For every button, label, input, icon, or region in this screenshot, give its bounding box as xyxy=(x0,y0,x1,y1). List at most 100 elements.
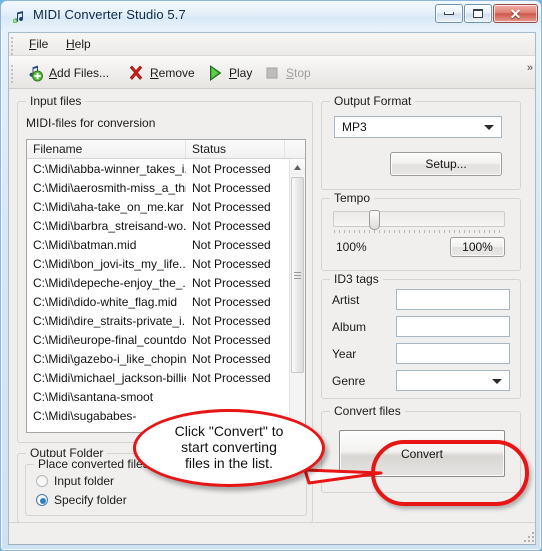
cell-filename: C:\Midi\aerosmith-miss_a_thi... xyxy=(33,180,186,195)
chevron-down-icon xyxy=(484,125,494,130)
output-format-combo[interactable]: MP3 xyxy=(334,116,502,138)
listview-body[interactable]: C:\Midi\abba-winner_takes_i... Not Proces… xyxy=(27,159,305,432)
cell-filename: C:\Midi\bon_jovi-its_my_life.... xyxy=(33,256,186,271)
cell-status: Not Processed xyxy=(192,237,271,252)
application-window: MIDI Converter Studio 5.7 ✕ File Help Ad… xyxy=(0,0,542,551)
tempo-slider-thumb[interactable] xyxy=(369,210,380,230)
close-icon: ✕ xyxy=(509,5,522,22)
table-row[interactable]: C:\Midi\depeche-enjoy_the_... Not Process… xyxy=(27,273,305,292)
toolbar-overflow-chevron[interactable]: » xyxy=(527,62,533,74)
maximize-icon xyxy=(473,9,483,18)
table-row[interactable]: C:\Midi\santana-smoot xyxy=(27,387,305,406)
year-label: Year xyxy=(332,347,357,361)
convert-button-label: Convert xyxy=(400,446,444,461)
add-files-label: Add Files... xyxy=(49,65,110,80)
scrollbar-thumb[interactable] xyxy=(291,177,304,373)
table-row[interactable]: C:\Midi\michael_jackson-billie Not Proces… xyxy=(27,368,305,387)
convert-button[interactable]: Convert xyxy=(339,430,505,477)
music-note-icon xyxy=(12,9,28,25)
cell-filename: C:\Midi\michael_jackson-billie xyxy=(33,370,186,385)
cell-status: Not Processed xyxy=(192,180,271,195)
convert-files-group-label: Convert files xyxy=(330,404,405,418)
remove-x-icon xyxy=(127,64,145,82)
add-files-icon xyxy=(26,64,44,82)
cell-filename: C:\Midi\barbra_streisand-wo... xyxy=(33,218,186,233)
output-format-value: MP3 xyxy=(342,120,367,134)
stop-button[interactable]: Stop xyxy=(258,60,316,85)
table-row[interactable]: C:\Midi\bon_jovi-its_my_life.... Not Proc… xyxy=(27,254,305,273)
table-row[interactable]: C:\Midi\sugababes- xyxy=(27,406,305,425)
window-title: MIDI Converter Studio 5.7 xyxy=(33,7,186,22)
setup-button-label: Setup... xyxy=(425,157,467,171)
menu-bar: File Help xyxy=(9,33,535,56)
remove-button[interactable]: Remove xyxy=(122,60,200,85)
resize-grip-icon[interactable] xyxy=(522,530,534,542)
table-row[interactable]: C:\Midi\abba-winner_takes_i... Not Proces… xyxy=(27,159,305,178)
remove-label: Remove xyxy=(150,65,195,80)
minimize-button[interactable] xyxy=(435,4,463,23)
table-row[interactable]: C:\Midi\aerosmith-miss_a_thi... Not Proce… xyxy=(27,178,305,197)
place-converted-files-label: Place converted files to xyxy=(34,457,167,471)
cell-filename: C:\Midi\abba-winner_takes_i... xyxy=(33,161,186,176)
column-header-filename[interactable]: Filename xyxy=(27,140,186,158)
tool-bar: Add Files... Remove Play Stop » xyxy=(9,56,535,89)
tempo-slider-ticks xyxy=(334,230,504,234)
cell-status: Not Processed xyxy=(192,332,271,347)
tempo-slider[interactable] xyxy=(333,210,505,230)
table-row[interactable]: C:\Midi\gazebo-i_like_chopin.... Not Proc… xyxy=(27,349,305,368)
album-label: Album xyxy=(332,320,367,334)
toolbar-grip-handle[interactable] xyxy=(11,65,14,83)
radio-specify-folder[interactable]: Specify folder xyxy=(36,493,127,507)
radio-input-folder-indicator xyxy=(36,475,48,487)
add-files-button[interactable]: Add Files... xyxy=(21,60,114,85)
tempo-group-label: Tempo xyxy=(330,191,375,205)
table-row[interactable]: C:\Midi\dire_straits-private_i... Not Pro… xyxy=(27,311,305,330)
scrollbar-grip-icon xyxy=(294,270,301,281)
listview-vertical-scrollbar[interactable] xyxy=(289,159,305,432)
tempo-reset-label: 100% xyxy=(462,240,493,254)
stop-label: Stop xyxy=(286,65,311,80)
setup-button[interactable]: Setup... xyxy=(390,152,502,176)
menu-item-help[interactable]: Help xyxy=(59,36,98,53)
stop-icon xyxy=(263,64,281,82)
album-field[interactable] xyxy=(396,316,510,337)
genre-combo[interactable] xyxy=(396,370,510,391)
output-folder-group: Output Folder Place converted files to I… xyxy=(17,446,313,523)
cell-status: Not Processed xyxy=(192,351,271,366)
menu-grip-handle[interactable] xyxy=(11,37,14,55)
input-files-group-label: Input files xyxy=(26,94,86,108)
cell-status: Not Processed xyxy=(192,161,271,176)
table-row[interactable]: C:\Midi\barbra_streisand-wo... Not Proces… xyxy=(27,216,305,235)
title-bar[interactable]: MIDI Converter Studio 5.7 ✕ xyxy=(1,1,541,31)
table-row[interactable]: C:\Midi\aha-take_on_me.kar Not Processed xyxy=(27,197,305,216)
column-header-status[interactable]: Status xyxy=(186,140,285,158)
window-controls: ✕ xyxy=(435,4,538,23)
scroll-up-arrow-icon[interactable] xyxy=(290,159,305,175)
table-row[interactable]: C:\Midi\dido-white_flag.mid Not Processed xyxy=(27,292,305,311)
artist-field[interactable] xyxy=(396,289,510,310)
cell-filename: C:\Midi\sugababes- xyxy=(33,408,137,423)
cell-filename: C:\Midi\europe-final_countdo... xyxy=(33,332,186,347)
radio-input-folder[interactable]: Input folder xyxy=(36,474,114,488)
cell-filename: C:\Midi\dire_straits-private_i... xyxy=(33,313,186,328)
year-field[interactable] xyxy=(396,343,510,364)
place-converted-files-group: Place converted files to Input folder Sp… xyxy=(25,457,307,516)
close-button[interactable]: ✕ xyxy=(493,4,538,23)
tempo-reset-button[interactable]: 100% xyxy=(450,237,505,257)
play-button[interactable]: Play xyxy=(201,60,257,85)
minimize-icon xyxy=(444,12,454,15)
tempo-group: Tempo 100% 100% xyxy=(321,191,521,271)
cell-status: Not Processed xyxy=(192,199,271,214)
cell-status: Not Processed xyxy=(192,313,271,328)
client-area: File Help Add Files... Remove Play Stop … xyxy=(8,32,536,545)
cell-filename: C:\Midi\santana-smoot xyxy=(33,389,154,404)
table-row[interactable]: C:\Midi\europe-final_countdo... Not Proce… xyxy=(27,330,305,349)
input-files-listview[interactable]: Filename Status C:\Midi\abba-winner_take… xyxy=(26,139,306,433)
id3-tags-group: ID3 tags Artist Album Year Genre xyxy=(321,272,521,399)
column-header-spacer xyxy=(285,140,305,158)
menu-item-file[interactable]: File xyxy=(22,36,55,53)
table-row[interactable]: C:\Midi\batman.mid Not Processed xyxy=(27,235,305,254)
maximize-button[interactable] xyxy=(464,4,492,23)
radio-specify-folder-indicator xyxy=(36,494,48,506)
status-bar xyxy=(9,522,535,544)
